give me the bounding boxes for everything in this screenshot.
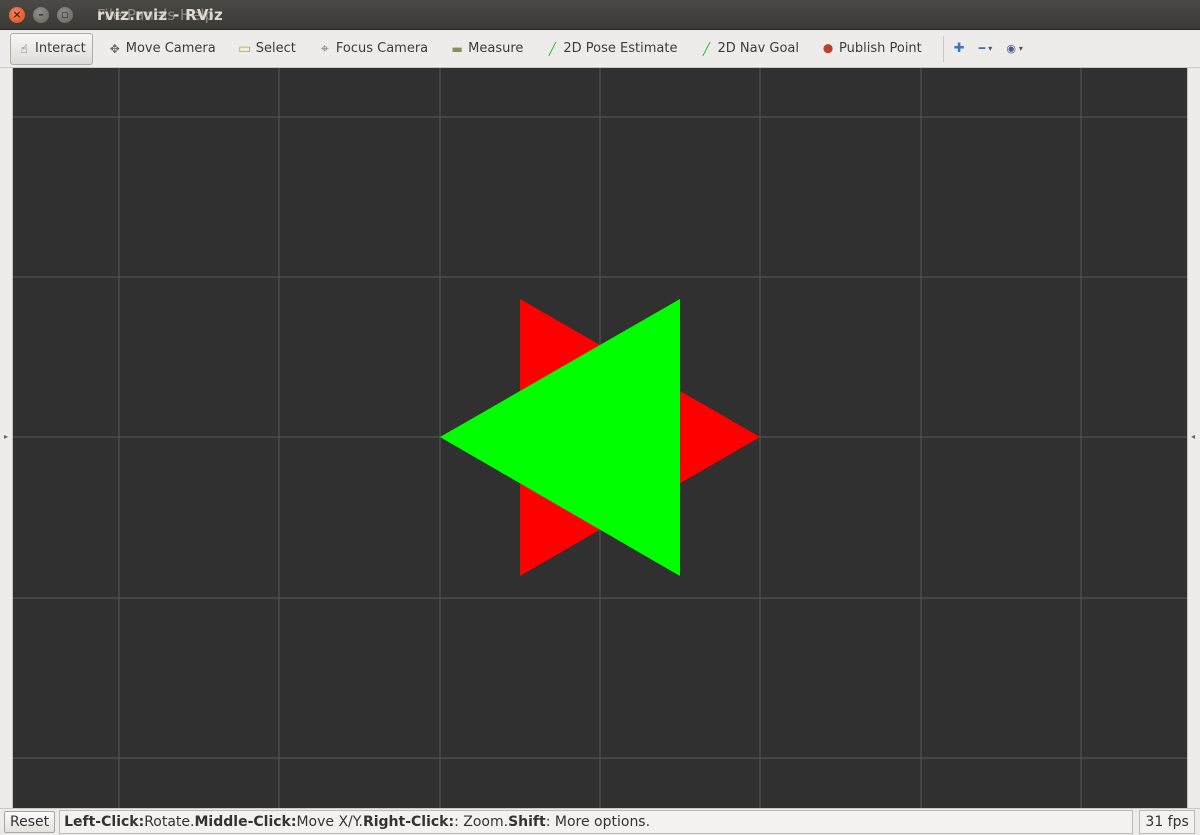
move-camera-icon: ✥	[109, 41, 120, 56]
focus-camera-icon: ⌖	[320, 40, 329, 57]
left-dock-handle[interactable]: ▸	[0, 68, 13, 808]
tool-measure[interactable]: ▬ Measure	[443, 33, 530, 65]
tool-select[interactable]: ▭ Select	[231, 33, 303, 65]
map-pin-icon: ⬤	[822, 43, 834, 54]
help-text: : More options.	[545, 814, 651, 830]
tool-focus-camera[interactable]: ⌖ Focus Camera	[311, 33, 435, 65]
expand-left-icon: ▸	[4, 432, 9, 441]
ruler-icon: ▬	[451, 41, 463, 56]
tool-label: Measure	[468, 41, 524, 56]
status-help-text: Left-Click: Rotate. Middle-Click: Move X…	[59, 810, 1134, 834]
help-key: Left-Click:	[64, 814, 145, 830]
tool-publish-point[interactable]: ⬤ Publish Point	[814, 33, 929, 65]
tool-label: Interact	[35, 41, 86, 56]
tool-label: Move Camera	[125, 41, 216, 56]
tool-toolbar: ☝ Interact ✥ Move Camera ▭ Select ⌖ Focu…	[0, 30, 1200, 68]
help-text: Move X/Y.	[296, 814, 363, 830]
green-arrow-icon: ╱	[702, 41, 711, 56]
window-close-button[interactable]: ×	[9, 6, 25, 23]
chevron-down-icon: ▾	[1018, 44, 1023, 53]
tool-label: Focus Camera	[335, 41, 429, 56]
right-dock-handle[interactable]: ◂	[1187, 68, 1200, 808]
remove-tool-button[interactable]: ━ ▾	[979, 42, 993, 55]
help-text: Rotate.	[144, 814, 195, 830]
window-titlebar: × – ▫ File Panels Help rviz.rviz - RViz	[0, 0, 1200, 30]
expand-right-icon: ◂	[1191, 432, 1196, 441]
window-minimize-button[interactable]: –	[33, 6, 49, 23]
eye-icon: ◉	[1006, 42, 1016, 55]
view-menu-button[interactable]: ◉ ▾	[1006, 42, 1023, 55]
tool-2d-pose-estimate[interactable]: ╱ 2D Pose Estimate	[538, 33, 684, 65]
hand-pointer-icon: ☝	[20, 41, 28, 56]
tool-label: 2D Nav Goal	[717, 41, 800, 56]
help-text: : Zoom.	[454, 814, 509, 830]
green-arrow-icon: ╱	[548, 41, 556, 56]
window-title: File Panels Help rviz.rviz - RViz	[97, 6, 223, 24]
plus-icon: ✚	[953, 41, 965, 56]
add-tool-button[interactable]: ✚	[954, 41, 965, 56]
window-title-text: rviz.rviz - RViz	[97, 5, 224, 24]
window-maximize-button[interactable]: ▫	[57, 6, 73, 23]
help-key: Right-Click:	[362, 814, 455, 830]
status-bar: Reset Left-Click: Rotate. Middle-Click: …	[0, 808, 1200, 835]
tool-move-camera[interactable]: ✥ Move Camera	[101, 33, 223, 65]
tool-2d-nav-goal[interactable]: ╱ 2D Nav Goal	[692, 33, 806, 65]
tool-interact[interactable]: ☝ Interact	[10, 32, 93, 65]
reset-button[interactable]: Reset	[4, 811, 56, 833]
viewport-scene[interactable]	[13, 68, 1187, 808]
minus-icon: ━	[978, 42, 986, 55]
3d-viewport[interactable]	[13, 68, 1187, 808]
tool-label: Publish Point	[839, 41, 922, 56]
help-key: Middle-Click:	[194, 814, 297, 830]
fps-counter: 31 fps	[1139, 810, 1196, 834]
select-box-icon: ▭	[238, 40, 252, 57]
chevron-down-icon: ▾	[988, 44, 993, 53]
tool-label: 2D Pose Estimate	[563, 41, 678, 56]
help-key: Shift	[508, 814, 546, 830]
render-panel-frame: ▸ ◂	[0, 68, 1200, 808]
tool-label: Select	[255, 41, 296, 56]
toolbar-separator	[942, 35, 944, 62]
